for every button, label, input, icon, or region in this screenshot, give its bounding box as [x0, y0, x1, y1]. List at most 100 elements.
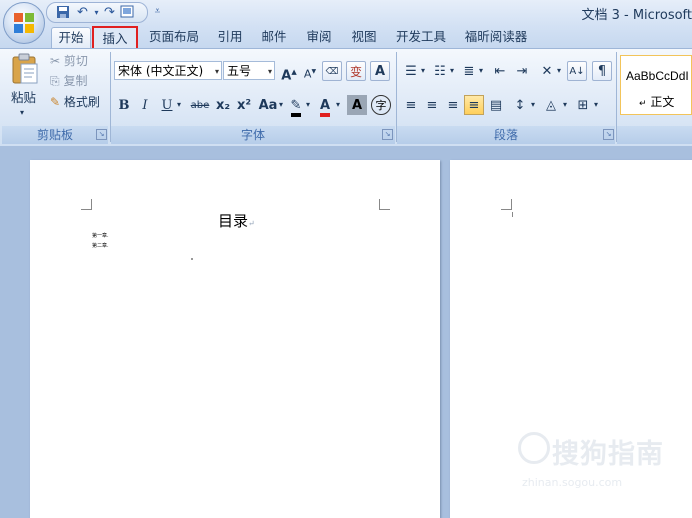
strikethrough-button[interactable]: abe [187, 95, 213, 115]
watermark-text: 搜狗指南 [552, 439, 664, 470]
copy-label: 复制 [63, 74, 88, 88]
margin-corner-mark [379, 199, 390, 210]
character-border-button[interactable]: A [370, 61, 390, 81]
tab-review[interactable]: 审阅 [302, 27, 336, 47]
office-logo-icon [14, 13, 34, 33]
underline-dropdown-icon[interactable]: ▾ [177, 95, 181, 115]
bullets-button[interactable]: ☰ [401, 61, 421, 81]
enclose-characters-button[interactable]: 字 [371, 95, 391, 115]
show-marks-button[interactable]: ¶ [592, 61, 612, 81]
change-case-dropdown-icon[interactable]: ▾ [279, 95, 283, 115]
distributed-button[interactable]: ▤ [486, 95, 506, 115]
align-center-icon: ≡ [426, 98, 438, 113]
paste-dropdown-icon[interactable]: ▾ [20, 103, 24, 123]
document-title[interactable]: 目录↵ [218, 210, 255, 231]
line-spacing-dropdown-icon[interactable]: ▾ [531, 95, 535, 115]
scissors-icon: ✂ [50, 54, 61, 68]
highlight-button[interactable]: ✎ [286, 95, 306, 117]
multilevel-list-button[interactable]: ≣ [459, 61, 479, 81]
character-shading-button[interactable]: A [347, 95, 367, 115]
font-color-button[interactable]: A [315, 95, 335, 117]
copy-icon: ⎘ [50, 74, 60, 88]
justify-icon: ≡ [468, 98, 480, 113]
borders-dropdown-icon[interactable]: ▾ [594, 95, 598, 115]
tab-foxit-reader[interactable]: 福昕阅读器 [461, 27, 531, 47]
justify-button[interactable]: ≡ [464, 95, 484, 115]
office-button[interactable] [3, 2, 45, 44]
increase-indent-button[interactable]: ⇥ [512, 61, 532, 81]
toc-entry[interactable]: 第一章. [92, 233, 109, 239]
margin-corner-mark [501, 199, 512, 210]
chinese-layout-button[interactable]: ✕ [537, 61, 557, 81]
multilevel-dropdown-icon[interactable]: ▾ [479, 61, 483, 81]
shading-dropdown-icon[interactable]: ▾ [563, 95, 567, 115]
save-icon[interactable] [55, 5, 70, 20]
paragraph-mark-icon [191, 258, 193, 260]
align-right-button[interactable]: ≡ [443, 95, 463, 115]
change-case-button[interactable]: Aa [256, 95, 280, 115]
phonetic-guide-button[interactable]: 变 [346, 61, 366, 81]
underline-button[interactable]: U [157, 95, 177, 115]
undo-icon[interactable]: ↶ [75, 5, 90, 20]
redo-icon[interactable]: ↷ [102, 5, 117, 20]
watermark-url: zhinan.sogou.com [522, 476, 623, 489]
tab-page-layout[interactable]: 页面布局 [143, 27, 205, 47]
cut-button[interactable]: ✂ 剪切 [50, 51, 88, 71]
document-title-text: 目录 [218, 212, 249, 230]
chinese-layout-dropdown-icon[interactable]: ▾ [557, 61, 561, 81]
paintbrush-icon: ✎ [50, 95, 61, 109]
align-left-button[interactable]: ≡ [401, 95, 421, 115]
align-right-icon: ≡ [447, 98, 459, 113]
paragraph-group-label: 段落 [397, 126, 615, 144]
tab-home[interactable]: 开始 [51, 27, 91, 48]
font-name-combo[interactable]: 宋体 (中文正文) ▾ [114, 61, 222, 80]
clipboard-dialog-launcher-icon[interactable]: ↘ [96, 129, 107, 140]
sogou-watermark: 搜狗指南 zhinan.sogou.com [514, 432, 684, 502]
bold-button[interactable]: B [114, 95, 134, 115]
toc-entry[interactable]: 第二章. [92, 243, 109, 249]
highlight-dropdown-icon[interactable]: ▾ [306, 95, 310, 115]
sort-icon: A↓ [569, 66, 585, 77]
sort-button[interactable]: A↓ [567, 61, 587, 81]
numbering-dropdown-icon[interactable]: ▾ [450, 61, 454, 81]
paste-icon[interactable] [10, 53, 40, 85]
outdent-icon: ⇤ [494, 64, 506, 79]
numbered-list-icon: ☷ [434, 64, 446, 79]
customize-qat-icon[interactable]: ⩡ [150, 4, 165, 19]
line-spacing-button[interactable]: ↕ [510, 95, 530, 115]
tab-mailings[interactable]: 邮件 [257, 27, 291, 47]
font-size-combo[interactable]: 五号 ▾ [223, 61, 275, 80]
style-gallery-item-normal[interactable]: AaBbCcDdI ↵ 正文 [620, 55, 692, 115]
paragraph-dialog-launcher-icon[interactable]: ↘ [603, 129, 614, 140]
font-dialog-launcher-icon[interactable]: ↘ [382, 129, 393, 140]
pilcrow-icon: ¶ [597, 64, 607, 79]
grow-font-button[interactable]: A▲ [279, 61, 299, 83]
copy-button[interactable]: ⎘ 复制 [50, 71, 87, 91]
styles-group-label [617, 126, 692, 144]
tab-view[interactable]: 视图 [347, 27, 381, 47]
indent-icon: ⇥ [516, 64, 528, 79]
decrease-indent-button[interactable]: ⇤ [490, 61, 510, 81]
tab-developer[interactable]: 开发工具 [392, 27, 450, 47]
line-spacing-icon: ↕ [514, 98, 526, 113]
borders-button[interactable]: ⊞ [573, 95, 593, 115]
font-size-value: 五号 [227, 64, 252, 78]
shrink-font-button[interactable]: A▼ [300, 61, 320, 81]
italic-button[interactable]: I [135, 95, 155, 115]
subscript-button[interactable]: x₂ [213, 95, 233, 115]
shading-button[interactable]: ◬ [541, 95, 561, 115]
superscript-button[interactable]: x² [234, 95, 254, 115]
format-painter-button[interactable]: ✎ 格式刷 [50, 92, 100, 112]
bullets-dropdown-icon[interactable]: ▾ [421, 61, 425, 81]
print-preview-icon[interactable] [119, 5, 134, 20]
style-preview: AaBbCcDdI [626, 69, 689, 83]
font-color-icon: A [319, 99, 331, 117]
tab-references[interactable]: 引用 [213, 27, 247, 47]
border-grid-icon: ⊞ [577, 98, 589, 113]
align-center-button[interactable]: ≡ [422, 95, 442, 115]
numbering-button[interactable]: ☷ [430, 61, 450, 81]
clear-formatting-button[interactable]: ⌫ [322, 61, 342, 81]
quick-access-toolbar: ↶ ▾ ↷ [46, 2, 148, 23]
sogou-logo-icon [518, 432, 550, 464]
font-color-dropdown-icon[interactable]: ▾ [336, 95, 340, 115]
